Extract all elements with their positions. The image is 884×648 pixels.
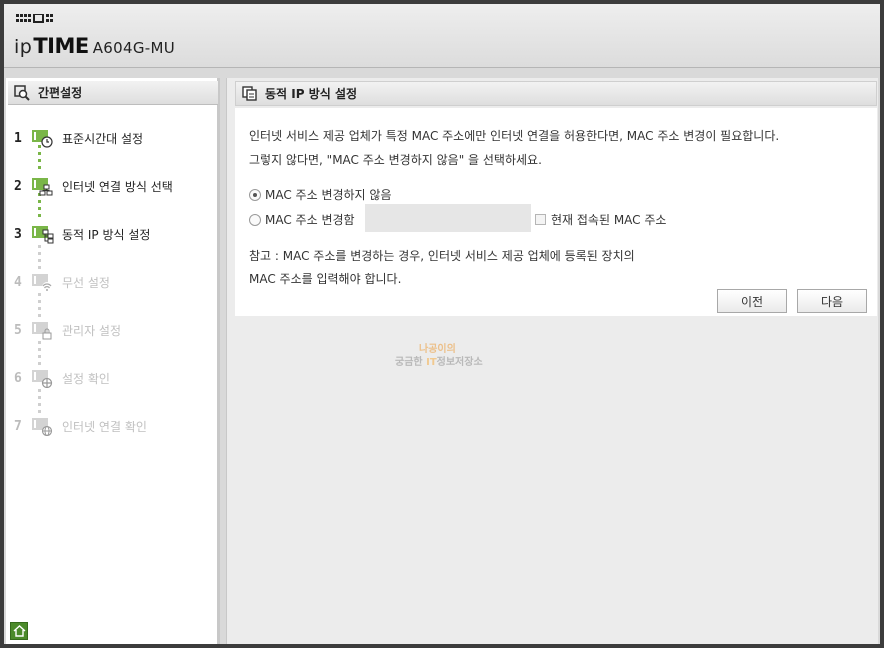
model-name: A604G-MU (92, 39, 175, 57)
header: ip TIME A604G-MU (4, 4, 880, 68)
step-3-dynamic-ip[interactable]: 3 동적 IP 방식 설정 (14, 224, 150, 244)
step-4-wireless[interactable]: 4 무선 설정 (14, 272, 110, 292)
app-window: ip TIME A604G-MU 간편설정 1 표준시간대 설정 2 인터넷 연… (4, 4, 880, 644)
step-number: 3 (14, 226, 22, 242)
main-panel: 동적 IP 방식 설정 인터넷 서비스 제공 업체가 특정 MAC 주소에만 인… (226, 78, 878, 644)
next-button[interactable]: 다음 (797, 289, 867, 313)
copy-pages-icon (242, 86, 257, 101)
step-7-connection-check[interactable]: 7 인터넷 연결 확인 (14, 416, 147, 436)
step-label: 무선 설정 (62, 275, 110, 290)
step-number: 7 (14, 418, 22, 434)
note-line-1: 참고 : MAC 주소를 변경하는 경우, 인터넷 서비스 제공 업체에 등록된… (249, 249, 635, 263)
step-label: 인터넷 연결 확인 (62, 419, 147, 434)
watermark-line-2: 궁금한 IT정보저장소 (395, 356, 483, 369)
step-number: 2 (14, 178, 22, 194)
check-gear-icon (32, 370, 53, 388)
iptime-logo-dots-icon (16, 14, 53, 23)
description-line-2: 그렇지 않다면, "MAC 주소 변경하지 않음" 을 선택하세요. (249, 153, 542, 167)
step-number: 1 (14, 130, 22, 146)
home-button[interactable] (10, 622, 28, 640)
step-1-timezone[interactable]: 1 표준시간대 설정 (14, 128, 143, 148)
settings-form: 인터넷 서비스 제공 업체가 특정 MAC 주소에만 인터넷 연결을 허용한다면… (235, 108, 877, 368)
watermark-line-1: 나공이의 (419, 344, 456, 355)
brand-prefix: ip (14, 36, 33, 58)
radio-no-change-mac[interactable]: MAC 주소 변경하지 않음 (249, 186, 392, 203)
sidebar-title-label: 간편설정 (38, 86, 83, 100)
step-5-admin[interactable]: 5 관리자 설정 (14, 320, 121, 340)
clock-icon (32, 130, 53, 148)
radio-button[interactable] (249, 213, 261, 226)
current-mac-checkbox[interactable] (535, 214, 546, 225)
checkbox-label: 현재 접속된 MAC 주소 (551, 213, 667, 227)
panel-title-label: 동적 IP 방식 설정 (265, 87, 358, 101)
step-number: 5 (14, 322, 22, 338)
step-number: 4 (14, 274, 22, 290)
watermark-text-c: 정보저장소 (436, 357, 483, 368)
step-number: 6 (14, 370, 22, 386)
current-mac-checkbox-row[interactable]: 현재 접속된 MAC 주소 (535, 211, 666, 228)
brand-name: TIME (33, 34, 89, 58)
network-icon (32, 178, 53, 196)
lock-icon (32, 322, 52, 340)
step-label: 관리자 설정 (62, 323, 122, 338)
watermark-text-b: IT (426, 357, 437, 368)
step-label: 표준시간대 설정 (62, 131, 144, 146)
radio-button-checked[interactable] (249, 188, 261, 201)
panel-title: 동적 IP 방식 설정 (235, 81, 877, 106)
radio-label: MAC 주소 변경함 (265, 213, 355, 227)
step-2-connection-type[interactable]: 2 인터넷 연결 방식 선택 (14, 176, 173, 196)
radio-change-mac[interactable]: MAC 주소 변경함 (249, 211, 355, 228)
note-line-2: MAC 주소를 입력해야 합니다. (249, 272, 402, 286)
sidebar: 간편설정 1 표준시간대 설정 2 인터넷 연결 방식 선택 3 동적 IP 방… (6, 78, 220, 644)
home-icon (13, 625, 25, 637)
brand-logo: ip TIME A604G-MU (14, 34, 175, 58)
prev-button[interactable]: 이전 (717, 289, 787, 313)
step-label: 동적 IP 방식 설정 (62, 227, 151, 242)
step-6-confirm[interactable]: 6 설정 확인 (14, 368, 110, 388)
step-label: 설정 확인 (62, 371, 110, 386)
mac-address-input[interactable] (365, 204, 531, 232)
tree-network-icon (32, 226, 54, 244)
sidebar-title: 간편설정 (8, 81, 218, 105)
description-line-1: 인터넷 서비스 제공 업체가 특정 MAC 주소에만 인터넷 연결을 허용한다면… (249, 129, 780, 143)
magnifier-setup-icon (14, 84, 30, 101)
watermark-text-a: 궁금한 (395, 357, 427, 368)
radio-label: MAC 주소 변경하지 않음 (265, 188, 392, 202)
watermark: 나공이의 궁금한 IT정보저장소 (395, 343, 483, 369)
globe-icon (32, 418, 53, 436)
wifi-icon (32, 274, 52, 292)
step-label: 인터넷 연결 방식 선택 (62, 179, 173, 194)
